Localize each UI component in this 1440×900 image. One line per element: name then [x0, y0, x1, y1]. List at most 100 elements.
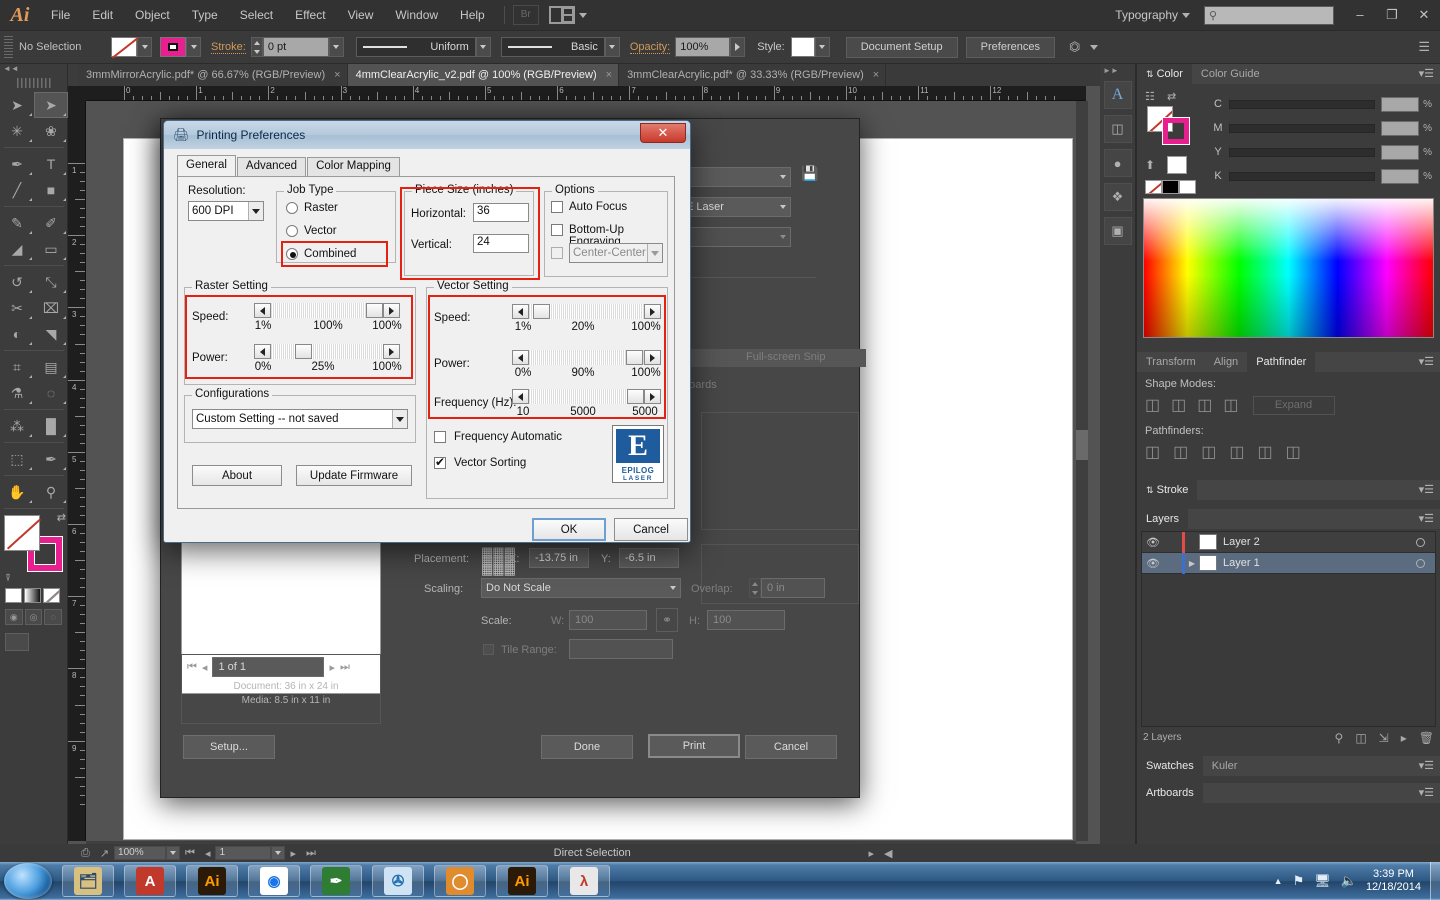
make-clipping-mask-icon[interactable]: ◫ — [1355, 731, 1366, 745]
vertical-scrollbar[interactable] — [1076, 101, 1088, 841]
gradient-tool[interactable]: ▤ — [34, 354, 68, 380]
brush-preview[interactable]: Basic — [500, 37, 605, 57]
prev-page-icon[interactable]: ◂ — [202, 661, 208, 674]
scroll-left-icon[interactable]: ◀ — [879, 847, 897, 860]
next-artboard-icon[interactable]: ▸ — [285, 847, 301, 860]
symbols-panel-icon[interactable]: ❖ — [1103, 183, 1132, 211]
layer-visibility-icon[interactable]: 👁 — [1142, 557, 1164, 570]
type-tool[interactable]: T — [34, 151, 68, 177]
auto-focus-checkbox[interactable] — [551, 201, 563, 213]
line-segment-tool[interactable]: ╱ — [0, 177, 34, 203]
tab-advanced[interactable]: Advanced — [236, 157, 307, 176]
artboards-panel-icon[interactable]: ▣ — [1103, 217, 1132, 245]
tile-range-checkbox[interactable] — [483, 644, 494, 655]
resolution-select[interactable]: 600 DPI — [188, 201, 264, 221]
fullscreen-mode-icon[interactable]: ◌ — [44, 609, 63, 625]
tab-align[interactable]: Align — [1205, 352, 1247, 372]
color-fill-icon[interactable] — [5, 588, 22, 603]
free-transform-tool[interactable]: ⌧ — [34, 295, 68, 321]
color-panel-menu-icon[interactable]: ▾☰ — [1413, 64, 1440, 84]
print-preset-select[interactable] — [681, 167, 791, 187]
tab-color-guide[interactable]: Color Guide — [1192, 64, 1269, 84]
raster-power-increment-button[interactable] — [383, 344, 400, 359]
blend-tool[interactable]: ◌ — [34, 380, 68, 406]
y-input[interactable]: -6.5 in — [619, 548, 679, 568]
update-firmware-button[interactable]: Update Firmware — [296, 465, 412, 486]
artboards-panel-menu-icon[interactable]: ▾☰ — [1413, 783, 1440, 803]
menu-file[interactable]: File — [40, 0, 81, 30]
vector-frequency-decrement-button[interactable] — [512, 389, 529, 404]
exclude-icon[interactable]: ◫ — [1223, 395, 1238, 415]
create-new-layer-icon[interactable]: ▸ — [1401, 731, 1407, 745]
search-input[interactable]: ⚲ — [1204, 5, 1334, 25]
color-fill-stroke-control[interactable]: ☷ ⇄ ⬆ — [1145, 90, 1201, 194]
workspace-switcher[interactable]: Typography — [1115, 8, 1190, 22]
layer-row[interactable]: 👁 Layer 2 — [1142, 531, 1435, 553]
control-bar-overflow-icon[interactable] — [1090, 44, 1099, 50]
vector-power-decrement-button[interactable] — [512, 350, 529, 365]
control-bar-menu-icon[interactable]: ☰ — [1418, 39, 1430, 55]
tab-color-mapping[interactable]: Color Mapping — [307, 157, 400, 176]
stroke-profile-dropdown-icon[interactable] — [475, 37, 491, 57]
tab-kuler[interactable]: Kuler — [1203, 756, 1247, 776]
rotate-tool[interactable]: ↺ — [0, 269, 34, 295]
tab-stroke[interactable]: ⇅ Stroke — [1137, 480, 1198, 500]
clock[interactable]: 3:39 PM 12/18/2014 — [1362, 868, 1430, 894]
prev-artboard-icon[interactable]: ◂ — [200, 847, 216, 860]
overlap-stepper[interactable] — [749, 578, 761, 598]
fill-stroke-control[interactable]: ⇄ — [4, 512, 66, 571]
raster-power-decrement-button[interactable] — [254, 344, 271, 359]
tab-pathfinder[interactable]: Pathfinder — [1247, 352, 1316, 372]
placement-anchor-icon[interactable]: ▦▦▦ ▦▦▦ ▦▦▦ — [481, 545, 516, 576]
stroke-dropdown-icon[interactable] — [186, 37, 201, 57]
tab-transform[interactable]: Transform — [1137, 352, 1205, 372]
center-center-select[interactable]: Center-Center — [569, 243, 663, 263]
swap-fill-stroke-icon[interactable]: ⇄ — [57, 511, 66, 524]
crop-icon[interactable]: ◫ — [1229, 442, 1244, 462]
hand-tool[interactable]: ✋ — [0, 479, 34, 505]
tab-swatches[interactable]: Swatches — [1137, 756, 1203, 776]
status-menu-icon[interactable]: ▸ — [863, 847, 879, 860]
raster-speed-increment-button[interactable] — [383, 303, 400, 318]
swatches-panel-menu-icon[interactable]: ▾☰ — [1413, 756, 1440, 776]
color-white-swatch-2[interactable] — [1179, 180, 1196, 194]
save-preset-icon[interactable]: 💾 — [801, 165, 818, 182]
raster-speed-decrement-button[interactable] — [254, 303, 271, 318]
color-white-swatch[interactable] — [1167, 156, 1187, 174]
color-none-swatch[interactable] — [1145, 180, 1162, 194]
color-channel-input[interactable] — [1381, 96, 1420, 112]
taskbar-item-coreldraw[interactable]: ✒ — [310, 865, 362, 897]
network-icon[interactable]: 🖥 — [1314, 873, 1331, 889]
vector-frequency-increment-button[interactable] — [644, 389, 661, 404]
default-fill-stroke-icon[interactable]: ⍒ — [5, 573, 62, 584]
menu-select[interactable]: Select — [229, 0, 284, 30]
color-black-swatch[interactable] — [1162, 180, 1179, 194]
frequency-automatic-checkbox[interactable] — [434, 431, 446, 443]
document-tab-close-icon[interactable]: × — [334, 69, 340, 81]
about-button[interactable]: About — [192, 465, 282, 486]
window-restore-button[interactable]: ❐ — [1376, 4, 1408, 26]
fill-color-box[interactable] — [4, 515, 42, 551]
horizontal-ruler[interactable]: 0 1 2 3 4 5 6 7 8 9 10 11 12 — [86, 86, 1086, 101]
taskbar-item-autocad[interactable]: A — [124, 865, 176, 897]
zoom-input[interactable]: 100% — [114, 846, 167, 860]
color-channel-input[interactable] — [1381, 144, 1420, 160]
configurations-select[interactable]: Custom Setting -- not saved — [192, 409, 408, 429]
tab-general[interactable]: General — [177, 155, 236, 176]
merge-icon[interactable]: ◫ — [1201, 442, 1216, 462]
perspective-grid-tool[interactable]: ◥ — [34, 321, 68, 347]
paintbrush-tool[interactable]: ✎ — [0, 210, 34, 236]
done-button[interactable]: Done — [541, 735, 633, 759]
eyedropper-tool[interactable]: ⚗ — [0, 380, 34, 406]
layer-target-icon[interactable] — [1416, 537, 1425, 547]
print-button[interactable]: Print — [648, 734, 740, 758]
brush-dropdown-icon[interactable] — [604, 37, 620, 57]
last-artboard-icon[interactable]: ⏭ — [301, 847, 321, 860]
bottom-up-checkbox[interactable] — [551, 224, 563, 236]
unite-icon[interactable]: ◫ — [1145, 395, 1160, 415]
column-graph-tool[interactable]: █ — [34, 413, 68, 439]
stroke-weight-dropdown-icon[interactable] — [328, 37, 344, 57]
radio-combined[interactable] — [286, 248, 298, 260]
divide-icon[interactable]: ◫ — [1145, 442, 1160, 462]
layer-expand-icon[interactable]: ▶ — [1185, 559, 1199, 568]
